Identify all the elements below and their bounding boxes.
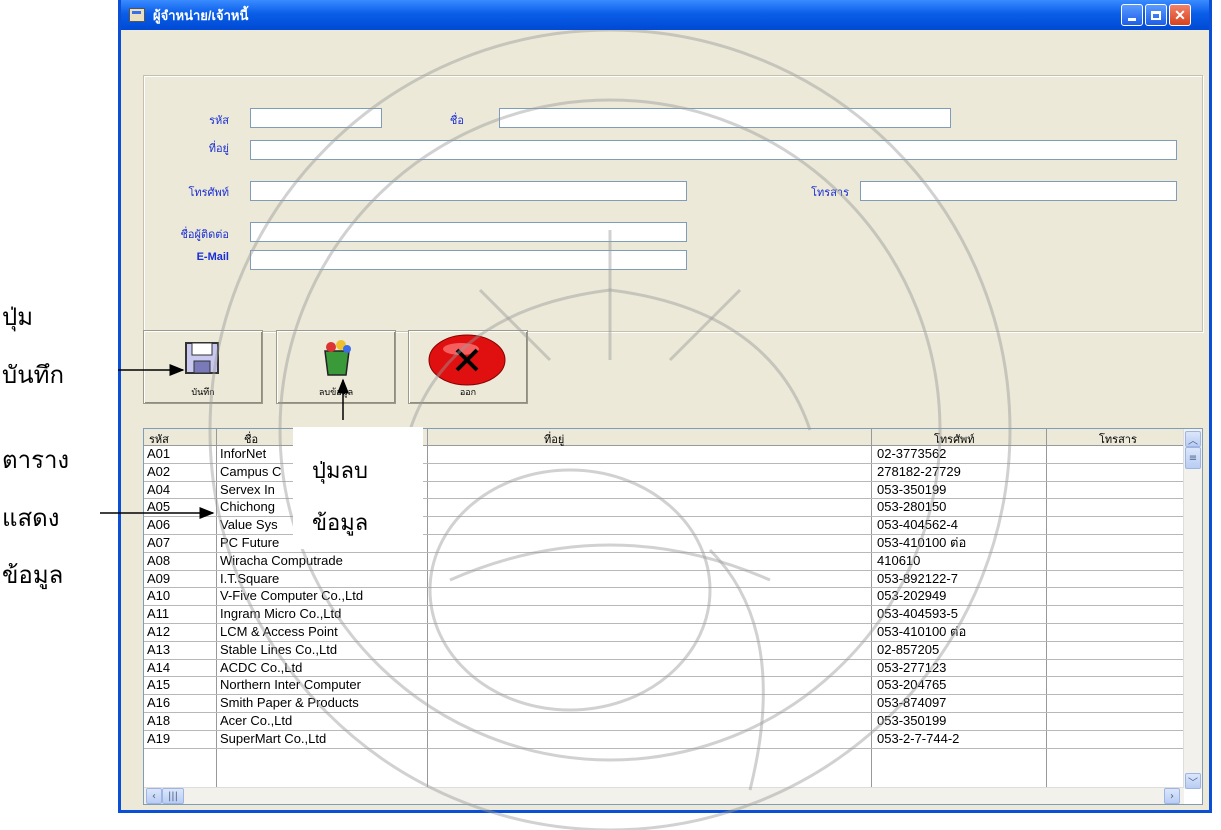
annotation-arrows [100, 364, 349, 519]
callout-delete-line2: ข้อมูล [312, 511, 369, 536]
callout-delete-line1: ปุ่มลบ [312, 459, 368, 484]
delete-button-callout: ปุ่มลบ ข้อมูล [293, 427, 423, 549]
